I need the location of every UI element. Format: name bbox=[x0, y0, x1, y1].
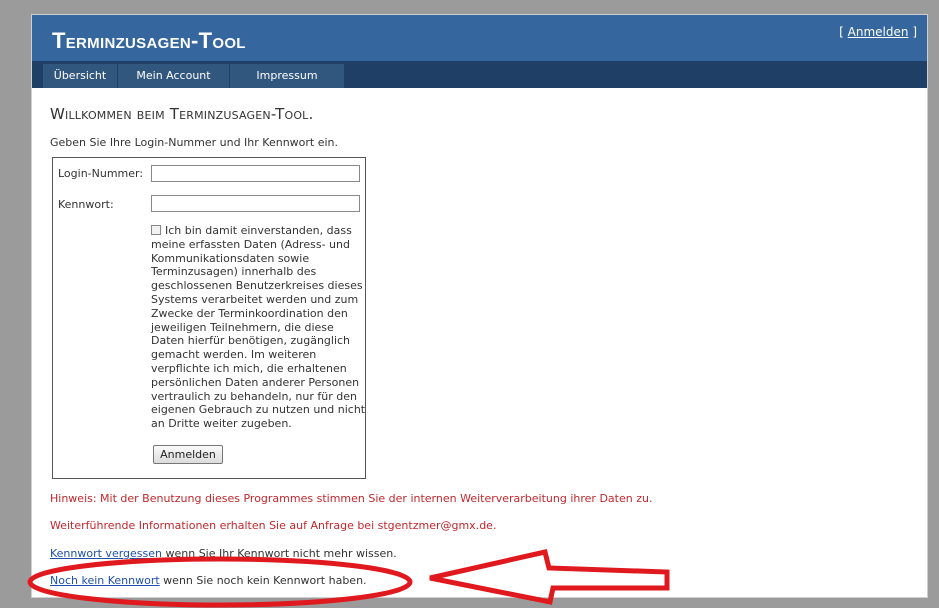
password-label: Kennwort: bbox=[58, 198, 114, 211]
login-submit-button[interactable]: Anmelden bbox=[153, 445, 223, 464]
no-password-line: Noch kein Kennwort wenn Sie noch kein Ke… bbox=[50, 574, 367, 587]
tab-mein-account[interactable]: Mein Account bbox=[118, 64, 229, 88]
bracket-close: ] bbox=[908, 25, 917, 39]
login-form: Login-Nummer: Kennwort: Ich bin damit ei… bbox=[52, 157, 366, 479]
consent-text: Ich bin damit einverstanden, dass meine … bbox=[151, 224, 366, 431]
page-title: Willkommen beim Terminzusagen-Tool. bbox=[50, 105, 314, 123]
forgot-password-text: wenn Sie Ihr Kennwort nicht mehr wissen. bbox=[162, 547, 397, 560]
tab-impressum[interactable]: Impressum bbox=[230, 64, 344, 88]
bracket-open: [ bbox=[839, 25, 848, 39]
no-password-text: wenn Sie noch kein Kennwort haben. bbox=[159, 574, 367, 587]
header-login: [ Anmelden ] bbox=[839, 25, 917, 39]
app-header: Terminzusagen-Tool [ Anmelden ] bbox=[32, 15, 927, 61]
login-number-input[interactable] bbox=[151, 165, 360, 182]
forgot-password-link[interactable]: Kennwort vergessen bbox=[50, 547, 162, 560]
privacy-notice: Hinweis: Mit der Benutzung dieses Progra… bbox=[50, 492, 653, 505]
info-notice: Weiterführende Informationen erhalten Si… bbox=[50, 519, 497, 532]
intro-text: Geben Sie Ihre Login-Nummer und Ihr Kenn… bbox=[50, 136, 339, 149]
login-number-label: Login-Nummer: bbox=[58, 167, 144, 180]
forgot-password-line: Kennwort vergessen wenn Sie Ihr Kennwort… bbox=[50, 547, 397, 560]
header-login-link[interactable]: Anmelden bbox=[848, 25, 909, 39]
app-title: Terminzusagen-Tool bbox=[52, 28, 246, 53]
no-password-link[interactable]: Noch kein Kennwort bbox=[50, 574, 160, 587]
password-input[interactable] bbox=[151, 195, 360, 212]
main-nav: Übersicht Mein Account Impressum bbox=[32, 61, 927, 88]
consent-block: Ich bin damit einverstanden, dass meine … bbox=[151, 224, 366, 431]
consent-checkbox[interactable] bbox=[151, 225, 161, 235]
page-container: Terminzusagen-Tool [ Anmelden ] Übersich… bbox=[31, 14, 928, 598]
tab-uebersicht[interactable]: Übersicht bbox=[43, 64, 117, 88]
